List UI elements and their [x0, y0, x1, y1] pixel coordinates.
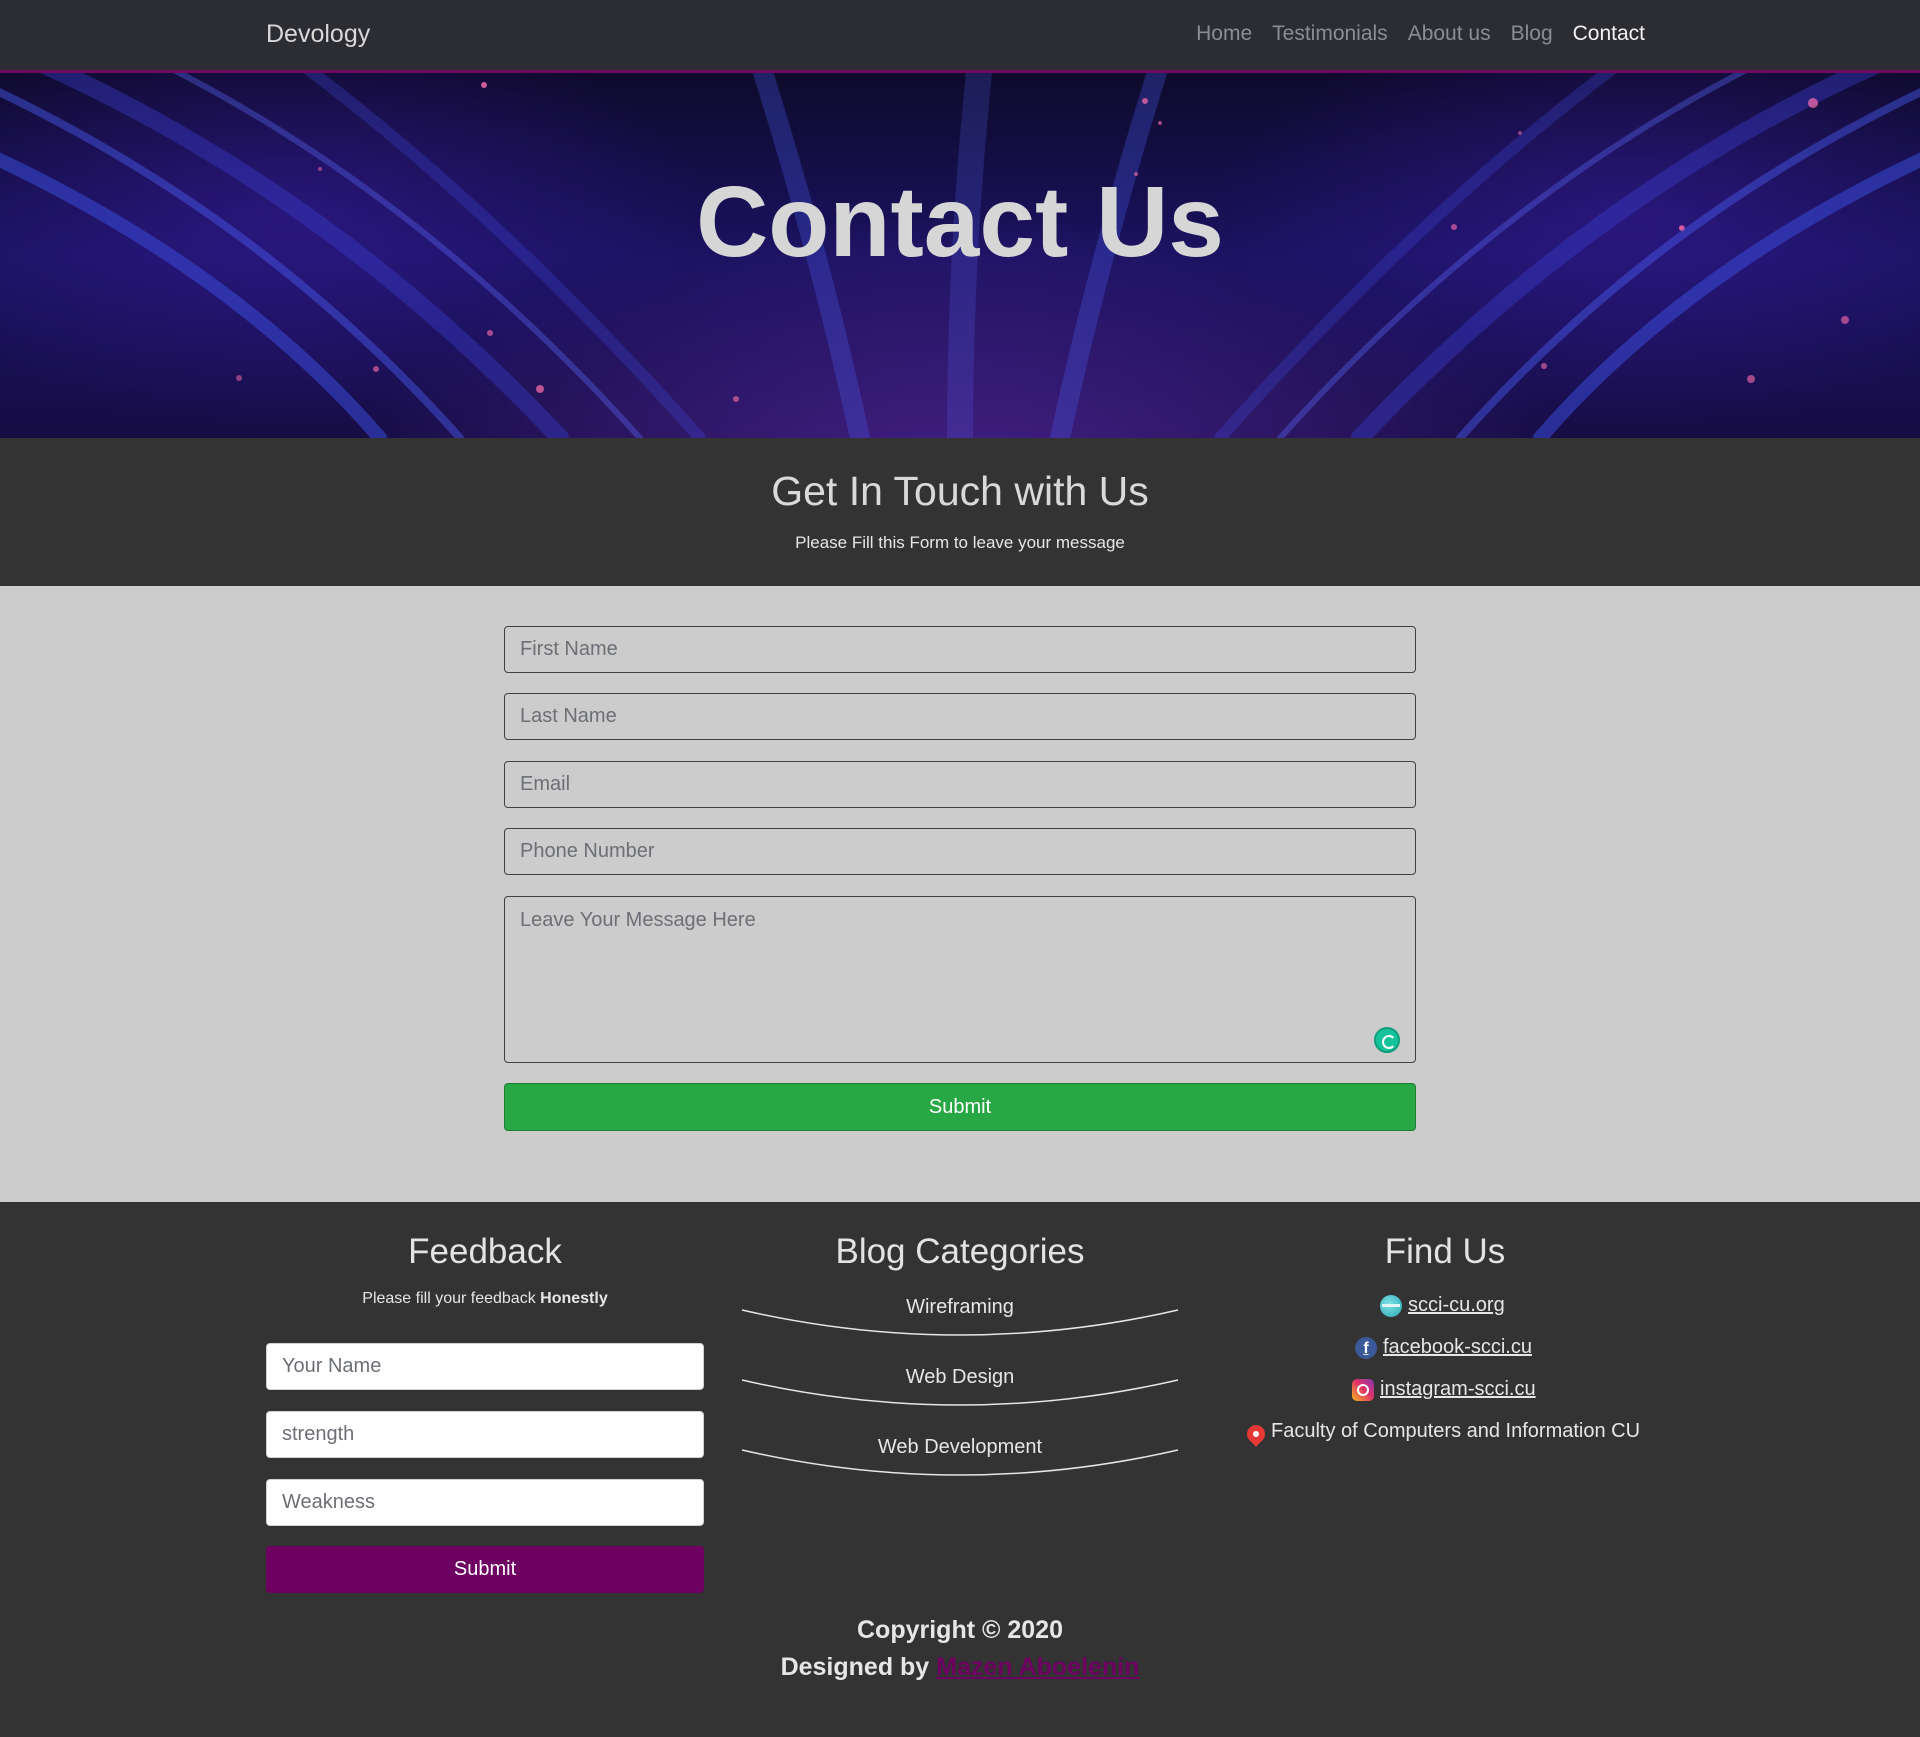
feedback-subtitle-emphasis: Honestly — [540, 1290, 608, 1307]
feedback-subtitle-text: Please fill your feedback — [362, 1290, 541, 1307]
blog-categories-title: Blog Categories — [835, 1232, 1085, 1271]
get-in-touch-section: Get In Touch with Us Please Fill this Fo… — [0, 438, 1920, 586]
hero-banner: Contact Us — [0, 73, 1920, 438]
find-us-location-text: Faculty of Computers and Information CU — [1271, 1420, 1641, 1442]
feedback-subtitle: Please fill your feedback Honestly — [266, 1290, 704, 1308]
find-us-instagram-text: instagram-scci.cu — [1380, 1378, 1536, 1400]
contact-form-section: Submit — [0, 586, 1920, 1202]
nav-link-contact[interactable]: Contact — [1573, 22, 1645, 46]
message-textarea[interactable] — [504, 896, 1416, 1063]
category-item-wireframing[interactable]: Wireframing — [740, 1282, 1180, 1344]
location-pin-icon — [1243, 1420, 1269, 1447]
find-us-location: Faculty of Computers and Information CU — [1243, 1420, 1641, 1447]
feedback-strength-input[interactable] — [266, 1411, 704, 1458]
contact-submit-button[interactable]: Submit — [504, 1083, 1416, 1131]
email-input[interactable] — [504, 761, 1416, 808]
facebook-icon: f — [1355, 1336, 1377, 1359]
find-us-website-link[interactable]: scci-cu.org — [1380, 1294, 1505, 1317]
find-us-website-text: scci-cu.org — [1408, 1294, 1505, 1316]
globe-icon — [1380, 1294, 1402, 1317]
feedback-submit-button[interactable]: Submit — [266, 1546, 704, 1593]
footer: Feedback Please fill your feedback Hones… — [0, 1202, 1920, 1737]
category-underline — [741, 1309, 1179, 1336]
phone-input[interactable] — [504, 828, 1416, 875]
feedback-weakness-input[interactable] — [266, 1479, 704, 1526]
section-subtitle: Please Fill this Form to leave your mess… — [795, 533, 1125, 552]
find-us-instagram-link[interactable]: instagram-scci.cu — [1352, 1378, 1536, 1401]
designed-by: Designed by Mazen Aboelenin — [0, 1653, 1920, 1682]
nav-link-testimonials[interactable]: Testimonials — [1272, 22, 1388, 46]
nav-link-home[interactable]: Home — [1196, 22, 1252, 46]
find-us-title: Find Us — [1384, 1232, 1506, 1271]
copyright-text: Copyright © 2020 — [857, 1616, 1063, 1644]
brand-logo[interactable]: Devology — [266, 20, 370, 49]
category-underline — [741, 1449, 1179, 1476]
last-name-input[interactable] — [504, 693, 1416, 740]
find-us-facebook-text: facebook-scci.cu — [1383, 1336, 1532, 1358]
feedback-title: Feedback — [408, 1232, 562, 1271]
instagram-icon — [1352, 1378, 1374, 1401]
designer-link[interactable]: Mazen Aboelenin — [936, 1653, 1139, 1681]
first-name-input[interactable] — [504, 626, 1416, 673]
find-us-facebook-link[interactable]: f facebook-scci.cu — [1355, 1336, 1532, 1359]
nav-link-about[interactable]: About us — [1408, 22, 1491, 46]
designed-by-prefix: Designed by — [780, 1653, 937, 1681]
navbar: Devology Home Testimonials About us Blog… — [0, 0, 1920, 73]
feedback-name-input[interactable] — [266, 1343, 704, 1390]
category-underline — [741, 1379, 1179, 1406]
nav-link-blog[interactable]: Blog — [1511, 22, 1553, 46]
category-item-web-development[interactable]: Web Development — [740, 1422, 1180, 1484]
grammarly-icon[interactable] — [1374, 1027, 1400, 1053]
hero-title: Contact Us — [696, 166, 1224, 278]
nav-links: Home Testimonials About us Blog Contact — [1196, 22, 1645, 46]
category-item-web-design[interactable]: Web Design — [740, 1352, 1180, 1414]
section-heading: Get In Touch with Us — [771, 468, 1149, 514]
